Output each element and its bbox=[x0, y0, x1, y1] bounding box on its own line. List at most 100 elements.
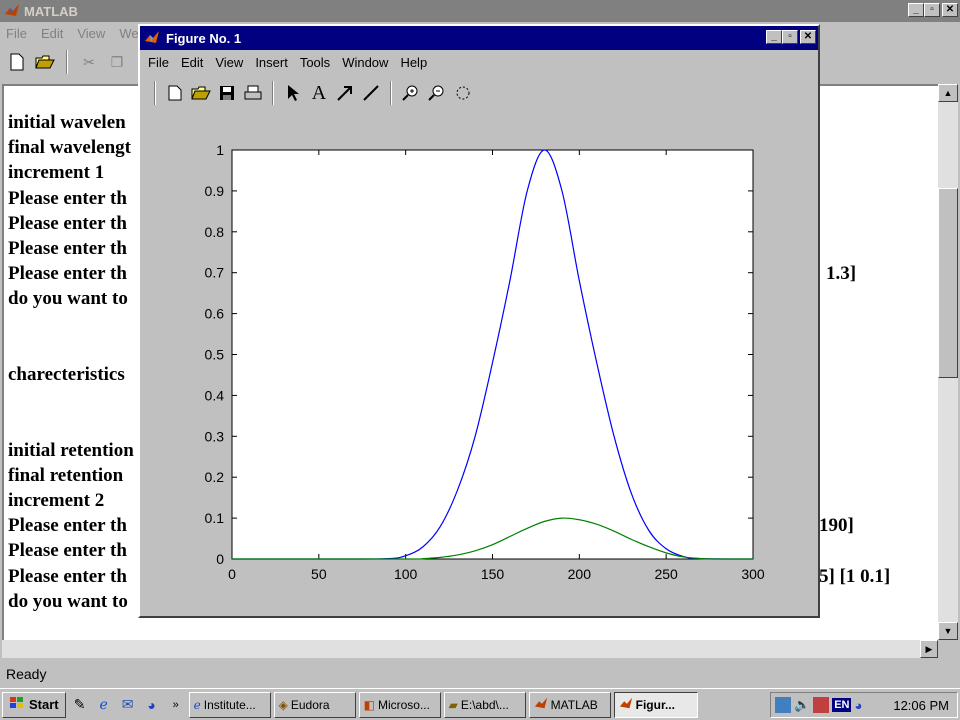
matlab-figure-task-icon bbox=[619, 696, 633, 713]
toolbar-grip bbox=[154, 81, 156, 105]
horizontal-scrollbar[interactable]: ▶ bbox=[2, 640, 938, 658]
windows-logo-icon bbox=[9, 696, 25, 713]
scroll-right-button[interactable]: ▶ bbox=[920, 640, 938, 658]
tray-language[interactable]: EN bbox=[832, 698, 852, 712]
print-icon[interactable] bbox=[242, 82, 264, 104]
command-line: initial retention bbox=[8, 439, 134, 461]
toolbar-separator bbox=[272, 81, 274, 105]
show-desktop-icon[interactable]: ✎ bbox=[70, 695, 90, 715]
x-tick-label: 200 bbox=[568, 566, 592, 582]
draw-line-icon[interactable] bbox=[360, 82, 382, 104]
minimize-button[interactable]: _ bbox=[908, 3, 924, 17]
status-bar: Ready bbox=[0, 662, 960, 686]
plot-canvas[interactable]: 0 50 100 150 200 250 300 0 0.1 0.2 0.3 0.4 0.5 0.6 0.7… bbox=[140, 114, 818, 614]
y-tick-label: 0.1 bbox=[205, 510, 225, 526]
new-file-icon[interactable] bbox=[164, 82, 186, 104]
command-line: do you want to bbox=[8, 288, 128, 310]
matlab-title-bar[interactable]: MATLAB _ ▫ ✕ bbox=[0, 0, 960, 22]
close-button[interactable]: ✕ bbox=[942, 3, 958, 17]
menu-web[interactable]: We bbox=[119, 26, 138, 41]
fig-menu-file[interactable]: File bbox=[148, 55, 169, 70]
system-tray: 🔈 EN ◕ 12:06 PM bbox=[770, 692, 958, 718]
tray-app-icon[interactable] bbox=[813, 697, 830, 713]
figure-maximize-button[interactable]: ▫ bbox=[782, 30, 798, 44]
command-line: charecteristics bbox=[8, 364, 125, 385]
menu-edit[interactable]: Edit bbox=[41, 26, 63, 41]
fig-menu-edit[interactable]: Edit bbox=[181, 55, 203, 70]
overflow-chevron-icon[interactable]: » bbox=[166, 695, 186, 715]
scroll-thumb[interactable] bbox=[938, 188, 958, 378]
y-tick-label: 0.5 bbox=[205, 347, 225, 363]
plot-area bbox=[231, 149, 754, 560]
fig-menu-help[interactable]: Help bbox=[400, 55, 427, 70]
tray-volume-icon[interactable]: 🔈 bbox=[794, 697, 810, 713]
fig-menu-window[interactable]: Window bbox=[342, 55, 388, 70]
figure-close-button[interactable]: ✕ bbox=[800, 30, 816, 44]
command-line: Please enter th bbox=[8, 540, 127, 562]
status-text: Ready bbox=[6, 666, 47, 682]
zoom-in-icon[interactable] bbox=[400, 82, 422, 104]
task-matlab[interactable]: MATLAB bbox=[528, 691, 611, 718]
new-file-icon[interactable] bbox=[6, 51, 28, 73]
vertical-scrollbar[interactable]: ▲ ▼ bbox=[938, 84, 958, 640]
toolbar-separator bbox=[390, 81, 392, 105]
command-line: Please enter th bbox=[8, 565, 127, 587]
scroll-up-button[interactable]: ▲ bbox=[938, 84, 958, 102]
eudora-icon: ◈ bbox=[278, 697, 288, 712]
tray-messenger-icon[interactable]: ◕ bbox=[854, 698, 862, 713]
figure-title: Figure No. 1 bbox=[166, 30, 242, 46]
x-tick-label: 50 bbox=[311, 566, 327, 582]
matlab-task-icon bbox=[534, 696, 548, 713]
y-tick-label: 0.7 bbox=[205, 265, 225, 281]
internet-explorer-icon[interactable]: ℯ bbox=[94, 695, 114, 715]
y-tick-label: 1 bbox=[216, 142, 224, 158]
rotate-icon[interactable] bbox=[452, 82, 474, 104]
fig-menu-tools[interactable]: Tools bbox=[300, 55, 330, 70]
clock: 12:06 PM bbox=[893, 697, 949, 713]
figure-minimize-button[interactable]: _ bbox=[766, 30, 782, 44]
media-icon[interactable]: ◕ bbox=[142, 695, 162, 715]
open-folder-icon[interactable] bbox=[34, 51, 56, 73]
fig-menu-insert[interactable]: Insert bbox=[255, 55, 288, 70]
y-tick-label: 0.3 bbox=[205, 428, 225, 444]
cut-icon[interactable]: ✂ bbox=[78, 51, 100, 73]
task-institute[interactable]: ℯ Institute... bbox=[188, 691, 271, 718]
task-explorer[interactable]: ▰ E:\abd\... bbox=[443, 691, 526, 718]
y-tick-label: 0.8 bbox=[205, 224, 225, 240]
outlook-icon[interactable]: ✉ bbox=[118, 695, 138, 715]
command-line: initial wavelen bbox=[8, 112, 126, 133]
copy-icon[interactable]: ❐ bbox=[106, 51, 128, 73]
open-folder-icon[interactable] bbox=[190, 82, 212, 104]
command-line: Please enter th bbox=[8, 238, 127, 259]
x-tick-label: 250 bbox=[654, 566, 678, 582]
figure-logo-icon bbox=[144, 29, 160, 48]
fig-menu-view[interactable]: View bbox=[215, 55, 243, 70]
save-icon[interactable] bbox=[216, 82, 238, 104]
y-tick-label: 0.4 bbox=[205, 387, 225, 403]
figure-title-bar[interactable]: Figure No. 1 _ ▫ ✕ bbox=[140, 26, 818, 50]
command-line: Please enter th bbox=[8, 187, 127, 209]
task-microsoft[interactable]: ◧ Microso... bbox=[358, 691, 441, 718]
matlab-logo-icon bbox=[4, 2, 20, 21]
text-A-icon[interactable]: A bbox=[308, 82, 330, 104]
scroll-down-button[interactable]: ▼ bbox=[938, 622, 958, 640]
draw-arrow-icon[interactable] bbox=[334, 82, 356, 104]
task-eudora[interactable]: ◈ Eudora bbox=[273, 691, 356, 718]
figure-window[interactable]: Figure No. 1 _ ▫ ✕ File Edit View Insert… bbox=[138, 24, 820, 618]
start-button[interactable]: Start bbox=[2, 691, 66, 718]
toolbar-separator bbox=[66, 50, 68, 74]
tray-network-icon[interactable] bbox=[775, 697, 791, 713]
x-tick-label: 0 bbox=[228, 566, 236, 582]
menu-file[interactable]: File bbox=[6, 26, 27, 41]
arrow-select-icon[interactable] bbox=[282, 82, 304, 104]
y-tick-label: 0.9 bbox=[205, 183, 225, 199]
figure-toolbar: A bbox=[140, 76, 818, 110]
menu-view[interactable]: View bbox=[77, 26, 105, 41]
zoom-out-icon[interactable] bbox=[426, 82, 448, 104]
y-tick-label: 0 bbox=[216, 551, 224, 567]
maximize-button[interactable]: ▫ bbox=[924, 3, 940, 17]
command-line: Please enter th bbox=[8, 212, 127, 234]
figure-menu-bar: File Edit View Insert Tools Window Help bbox=[140, 52, 818, 72]
y-tick-label: 0.6 bbox=[205, 306, 225, 322]
task-figure[interactable]: Figur... bbox=[613, 691, 698, 718]
